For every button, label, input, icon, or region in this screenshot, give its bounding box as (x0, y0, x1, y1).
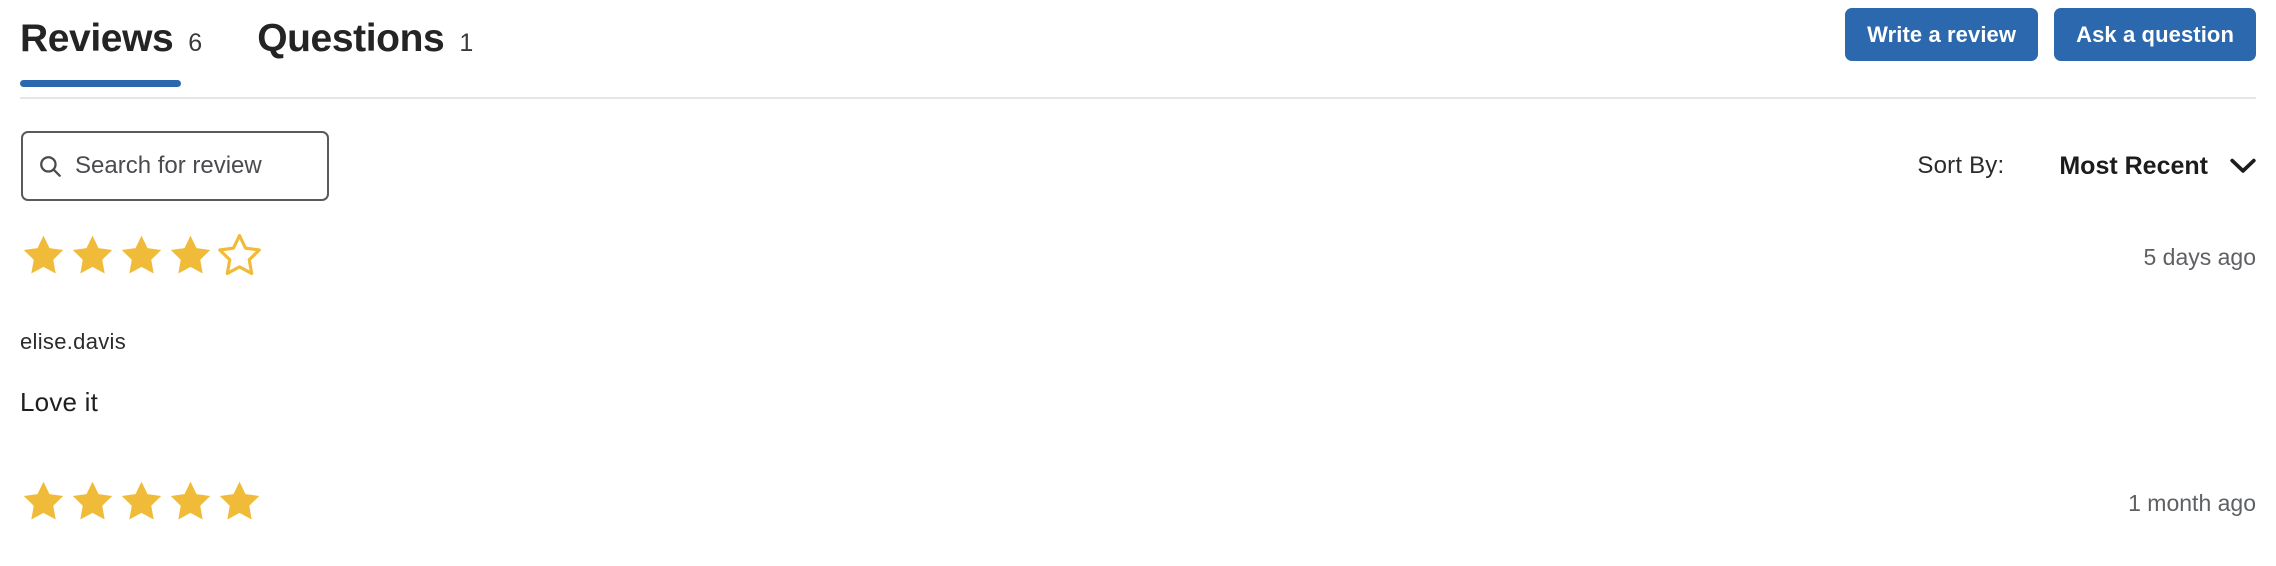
star-icon-filled (121, 235, 162, 274)
star-rating (20, 478, 263, 523)
star-icon-filled (72, 481, 113, 520)
sort-dropdown[interactable]: Most Recent (2059, 152, 2256, 181)
ask-a-question-button[interactable]: Ask a question (2054, 8, 2256, 61)
tab-reviews[interactable]: Reviews 6 (20, 0, 202, 99)
tab-active-indicator (20, 80, 181, 87)
star-icon-filled (23, 481, 64, 520)
header-divider (20, 97, 2256, 99)
filter-row: Sort By: Most Recent (0, 131, 2276, 201)
search-review-box[interactable] (21, 131, 329, 201)
chevron-down-icon (2230, 158, 2256, 173)
review-author: elise.davis (20, 329, 127, 354)
star-icon-filled (121, 481, 162, 520)
tab-reviews-label: Reviews (20, 17, 174, 60)
search-input[interactable] (75, 152, 313, 180)
search-icon (40, 156, 61, 177)
review-body: Love it (20, 387, 99, 417)
tab-questions-label: Questions (257, 17, 445, 60)
tab-reviews-count: 6 (188, 29, 203, 57)
reviews-header: Reviews 6 Questions 1 Write a review Ask… (0, 0, 2276, 99)
star-rating (20, 232, 263, 277)
tab-bar: Reviews 6 Questions 1 (20, 0, 473, 99)
review-item: 1 month ago (0, 478, 2276, 530)
write-a-review-button[interactable]: Write a review (1845, 8, 2039, 61)
review-list: 5 days ago elise.davis Love it 1 month a… (0, 232, 2276, 530)
review-item: 5 days ago elise.davis Love it (0, 232, 2276, 418)
star-icon-filled (23, 235, 64, 274)
header-actions: Write a review Ask a question (1845, 8, 2256, 61)
review-header: 5 days ago (20, 232, 2256, 284)
star-icon-filled (219, 481, 260, 520)
star-icon-filled (170, 481, 211, 520)
review-timestamp: 1 month ago (2128, 490, 2256, 516)
sort-control: Sort By: Most Recent (1917, 131, 2256, 201)
sort-by-label: Sort By: (1917, 152, 2005, 179)
review-timestamp: 5 days ago (2143, 244, 2256, 270)
star-icon-empty (218, 233, 261, 276)
star-icon-filled (170, 235, 211, 274)
tab-questions-count: 1 (459, 29, 474, 57)
tab-questions[interactable]: Questions 1 (257, 0, 473, 99)
reviews-page: Reviews 6 Questions 1 Write a review Ask… (0, 0, 2276, 566)
sort-selected-value: Most Recent (2059, 151, 2208, 180)
review-header: 1 month ago (20, 478, 2256, 530)
star-icon-filled (72, 235, 113, 274)
